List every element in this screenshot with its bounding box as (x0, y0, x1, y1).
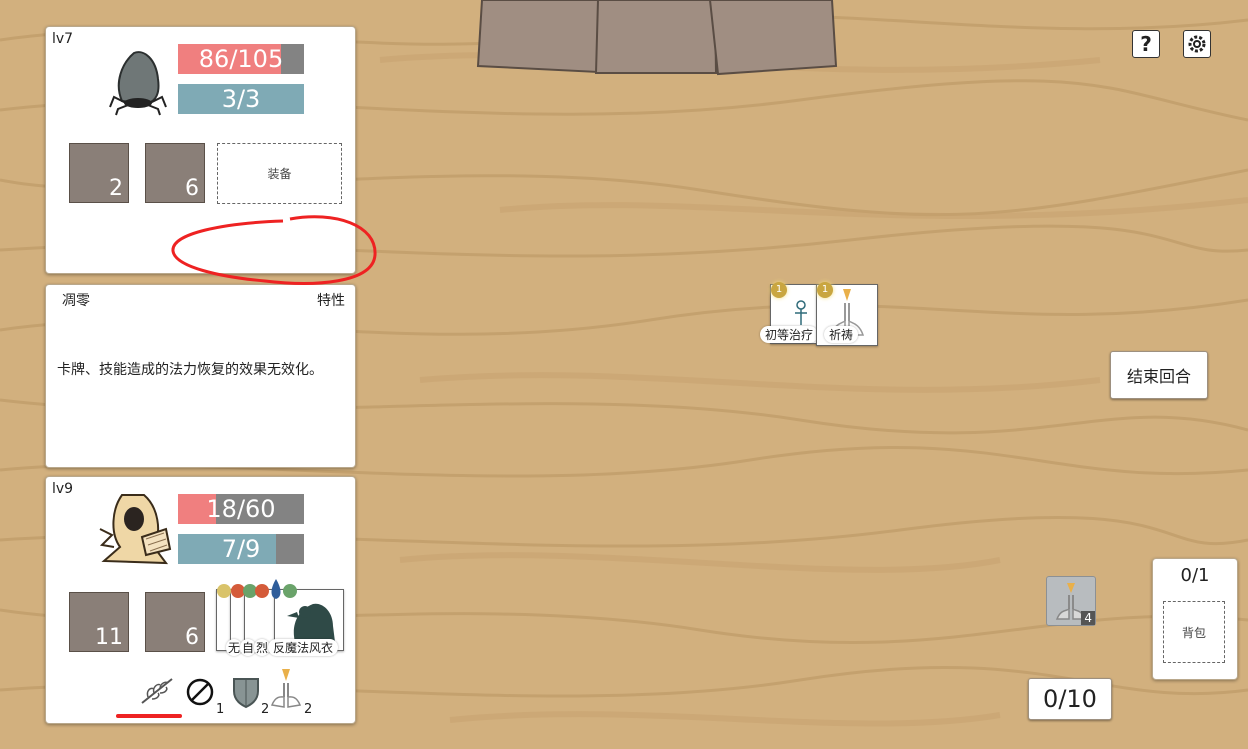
played-card-1-cost: 1 (771, 282, 787, 298)
enemy-attack-box[interactable]: 2 (69, 143, 129, 203)
played-card-1[interactable]: 1 初等治疗 (760, 282, 822, 344)
red-annotation-ellipse (171, 215, 377, 285)
settings-button[interactable] (1183, 30, 1211, 58)
enemy-stat-a: 2 (109, 176, 123, 201)
player-hp-text: 18/60 (206, 495, 276, 523)
player-panel[interactable]: lv9 18/60 7/9 11 6 无 自 烈 反魔法风衣 1 2 2 (45, 476, 356, 724)
hooded-mage-reading-icon (99, 494, 172, 565)
equip-slot-label: 装备 (267, 167, 292, 181)
withered-branch-icon[interactable] (138, 675, 178, 707)
deck-pile-count: 4 (1081, 611, 1095, 625)
equipped-card-stack[interactable]: 无 自 烈 反魔法风衣 (216, 579, 348, 657)
element-drops-icon (217, 579, 297, 599)
enemy-level: lv7 (52, 31, 74, 47)
played-card-1-label: 初等治疗 (760, 326, 819, 343)
forbidden-circle-icon[interactable] (183, 677, 217, 707)
player-hp-bar: 18/60 (178, 494, 304, 524)
played-card-2-cost: 1 (817, 282, 833, 298)
deck-pile[interactable]: 4 (1046, 576, 1096, 626)
player-defense-box[interactable]: 6 (145, 592, 205, 652)
played-card-2-label: 祈祷 (824, 326, 859, 343)
end-turn-button[interactable]: 结束回合 (1110, 351, 1208, 399)
praying-hands-icon[interactable] (268, 667, 304, 709)
backpack-label: 背包 (1181, 625, 1206, 640)
enemy-stat-b: 6 (185, 176, 199, 201)
status-count-3: 2 (304, 702, 313, 717)
status-count-1: 1 (216, 702, 225, 717)
shield-icon[interactable] (230, 675, 262, 709)
enemy-mp-bar: 3/3 (178, 84, 304, 114)
backpack-panel[interactable]: 0/1 背包 (1152, 558, 1238, 680)
player-mp-text: 7/9 (221, 535, 261, 563)
trait-panel: 凋零 特性 卡牌、技能造成的法力恢复的效果无效化。 (45, 284, 356, 468)
gear-icon (1188, 35, 1206, 53)
enemy-equip-slot[interactable]: 装备 (217, 143, 342, 204)
enemy-mp-text: 3/3 (221, 85, 261, 113)
player-stat-a: 11 (95, 625, 123, 650)
player-mp-bar: 7/9 (178, 534, 304, 564)
enemy-defense-box[interactable]: 6 (145, 143, 205, 203)
player-attack-box[interactable]: 11 (69, 592, 129, 652)
top-card-slots (476, 0, 838, 76)
player-level: lv9 (52, 481, 74, 497)
trait-description: 卡牌、技能造成的法力恢复的效果无效化。 (57, 362, 323, 378)
help-button[interactable]: ? (1132, 30, 1160, 58)
enemy-hp-text: 86/105 (198, 45, 284, 73)
equipped-card-label: 反魔法风衣 (268, 639, 339, 656)
played-card-2[interactable]: 1 祈祷 (816, 282, 878, 346)
spider-rock-monster-icon (109, 51, 167, 116)
backpack-count: 0/1 (1180, 565, 1210, 586)
help-glyph: ? (1140, 32, 1152, 56)
backpack-slot[interactable]: 背包 (1163, 601, 1225, 663)
enemy-hp-bar: 86/105 (178, 44, 304, 74)
red-annotation-underline (116, 714, 182, 718)
player-stat-b: 6 (185, 625, 199, 650)
trait-name: 凋零 (62, 293, 90, 309)
hand-count: 0/10 (1028, 678, 1112, 720)
